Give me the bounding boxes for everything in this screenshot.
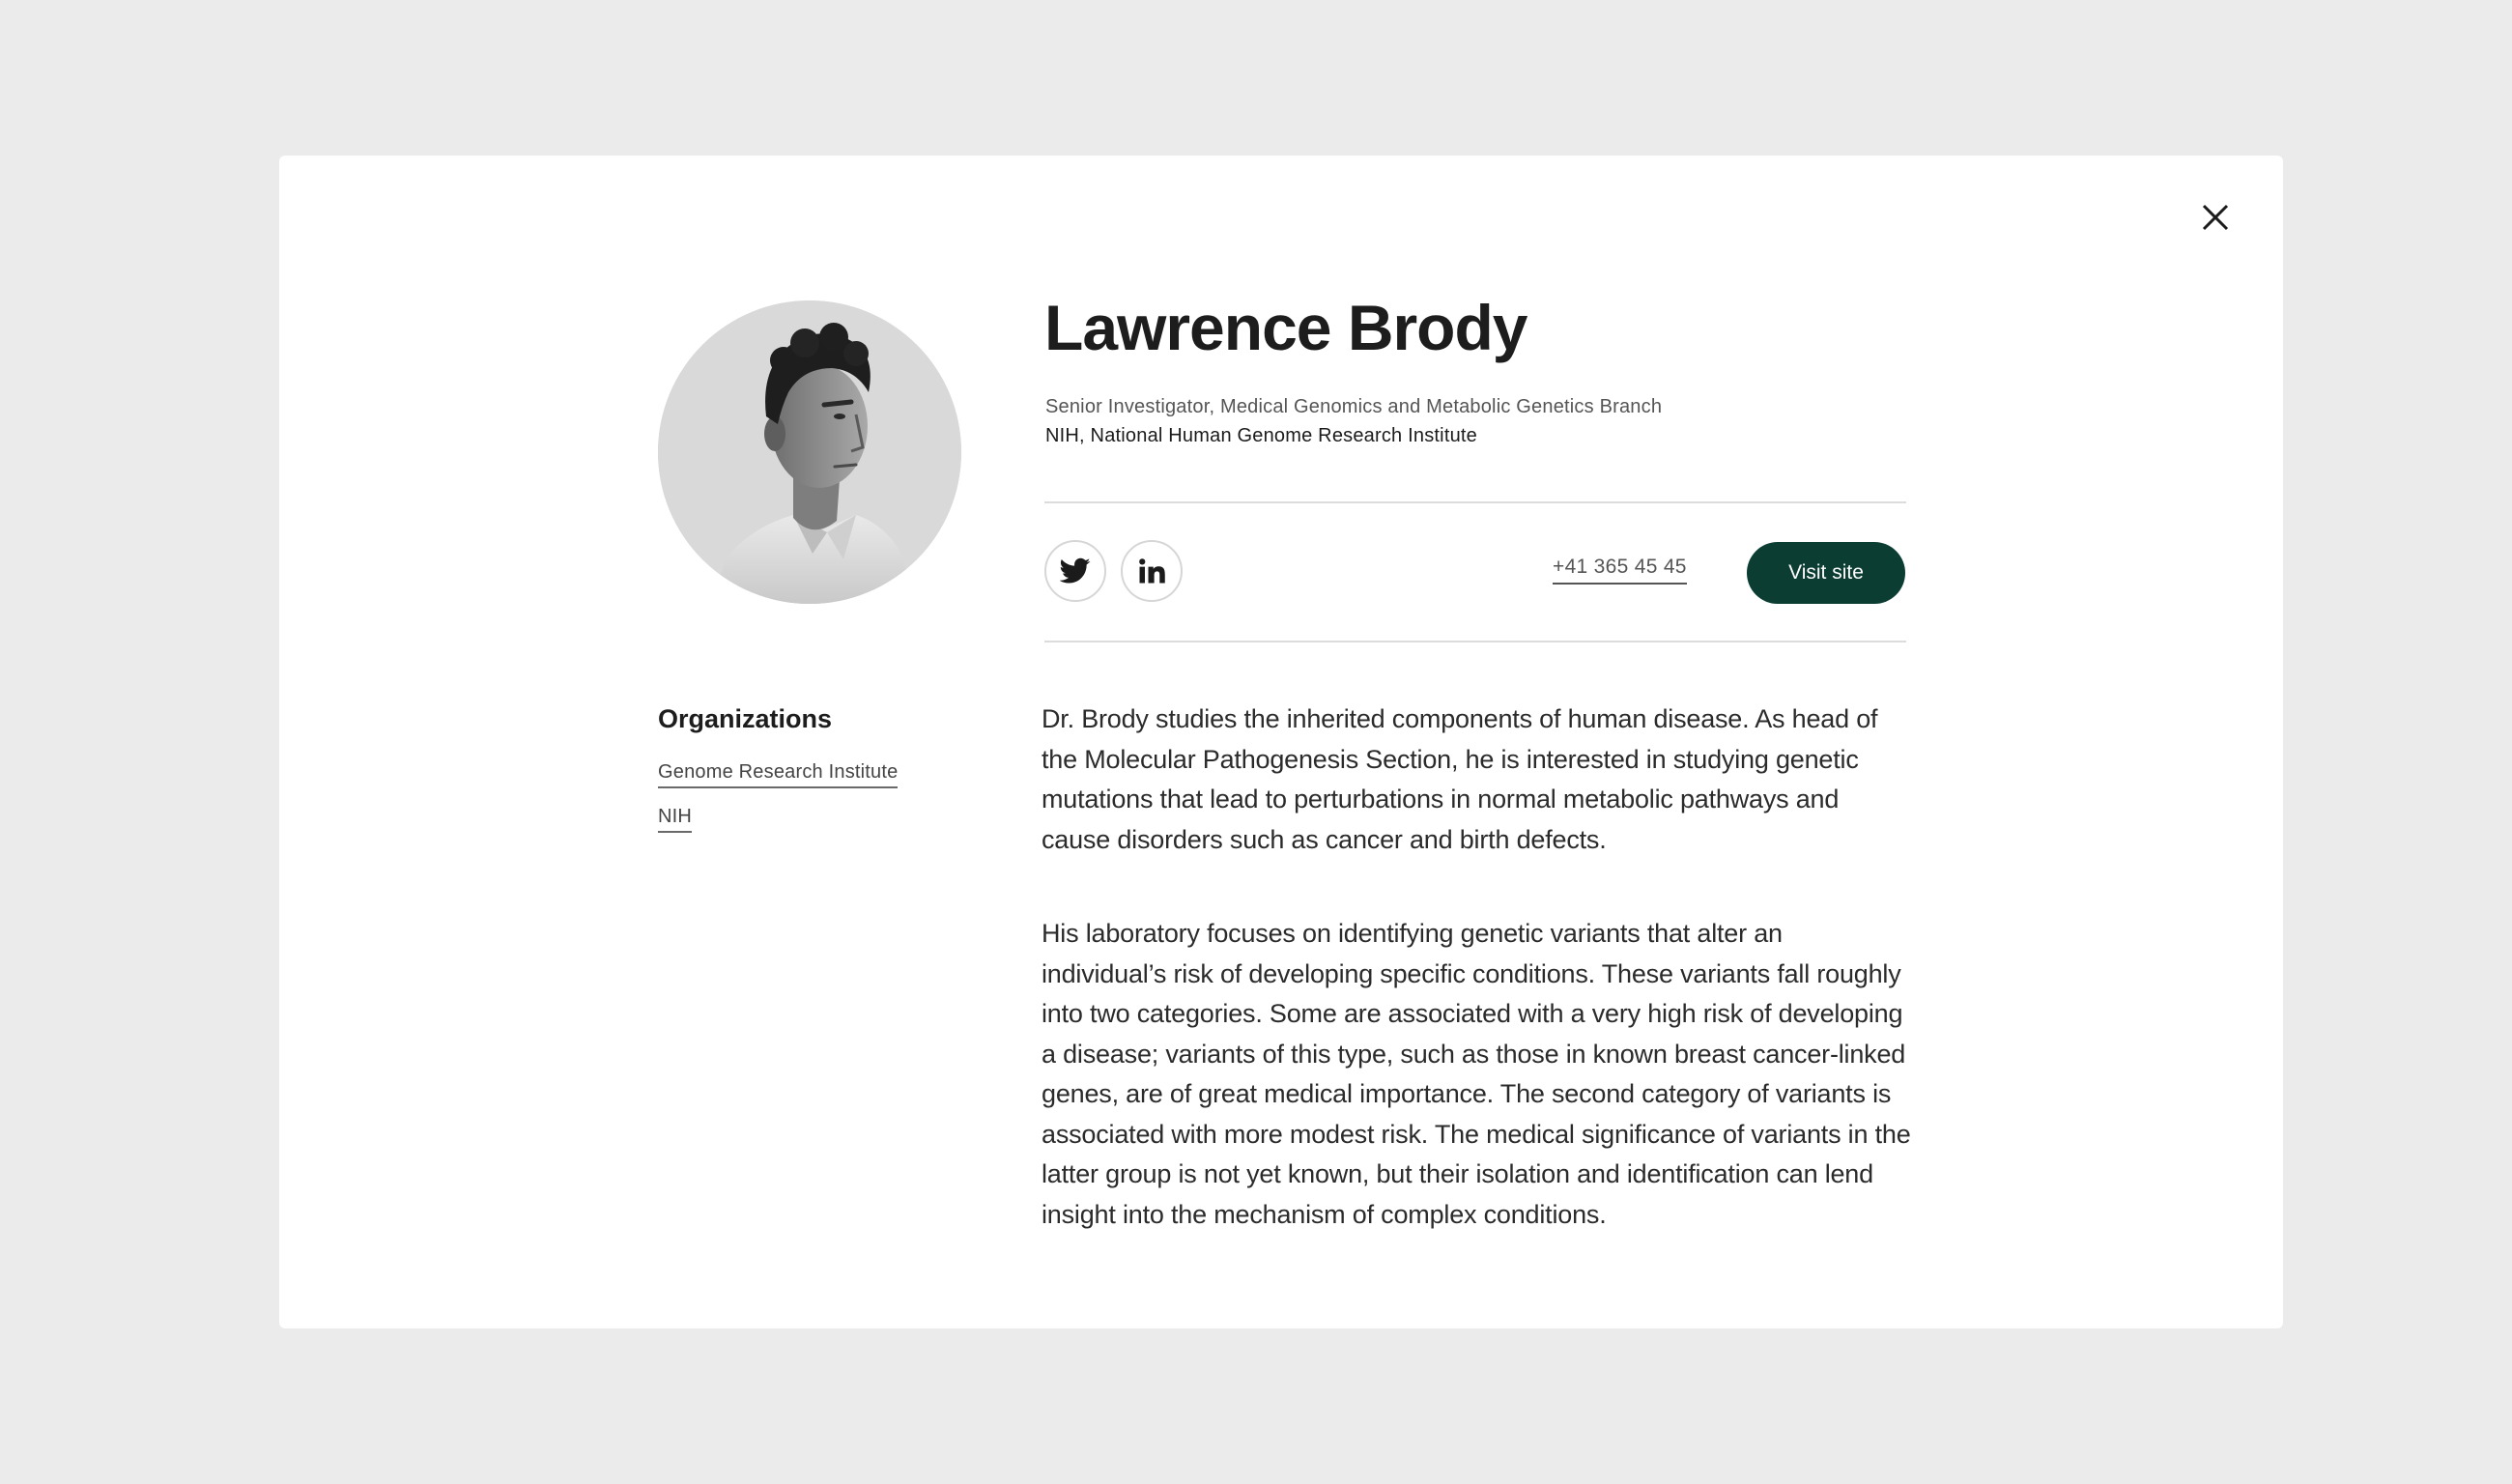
phone-link[interactable]: +41 365 45 45 — [1553, 556, 1687, 585]
avatar — [658, 300, 961, 604]
close-button[interactable] — [2194, 196, 2237, 239]
profile-role: Senior Investigator, Medical Genomics an… — [1045, 396, 1663, 417]
organizations-heading: Organizations — [658, 704, 833, 733]
profile-institute: NIH, National Human Genome Research Inst… — [1045, 425, 1477, 446]
linkedin-button[interactable] — [1121, 540, 1183, 602]
portrait-photo — [658, 300, 961, 604]
profile-modal: Lawrence Brody Senior Investigator, Medi… — [279, 156, 2283, 1328]
profile-name: Lawrence Brody — [1044, 292, 1527, 363]
divider — [1044, 501, 1906, 503]
organization-link[interactable]: Genome Research Institute — [658, 761, 899, 788]
twitter-icon — [1060, 557, 1091, 584]
twitter-button[interactable] — [1044, 540, 1106, 602]
organization-link[interactable]: NIH — [658, 806, 693, 833]
close-icon — [2202, 204, 2229, 231]
linkedin-icon — [1139, 558, 1165, 584]
bio-paragraph: Dr. Brody studies the inherited componen… — [1042, 704, 1878, 854]
divider — [1044, 641, 1906, 642]
visit-site-button[interactable]: Visit site — [1747, 542, 1905, 604]
bio-paragraph: His laboratory focuses on identifying ge… — [1042, 919, 1911, 1229]
